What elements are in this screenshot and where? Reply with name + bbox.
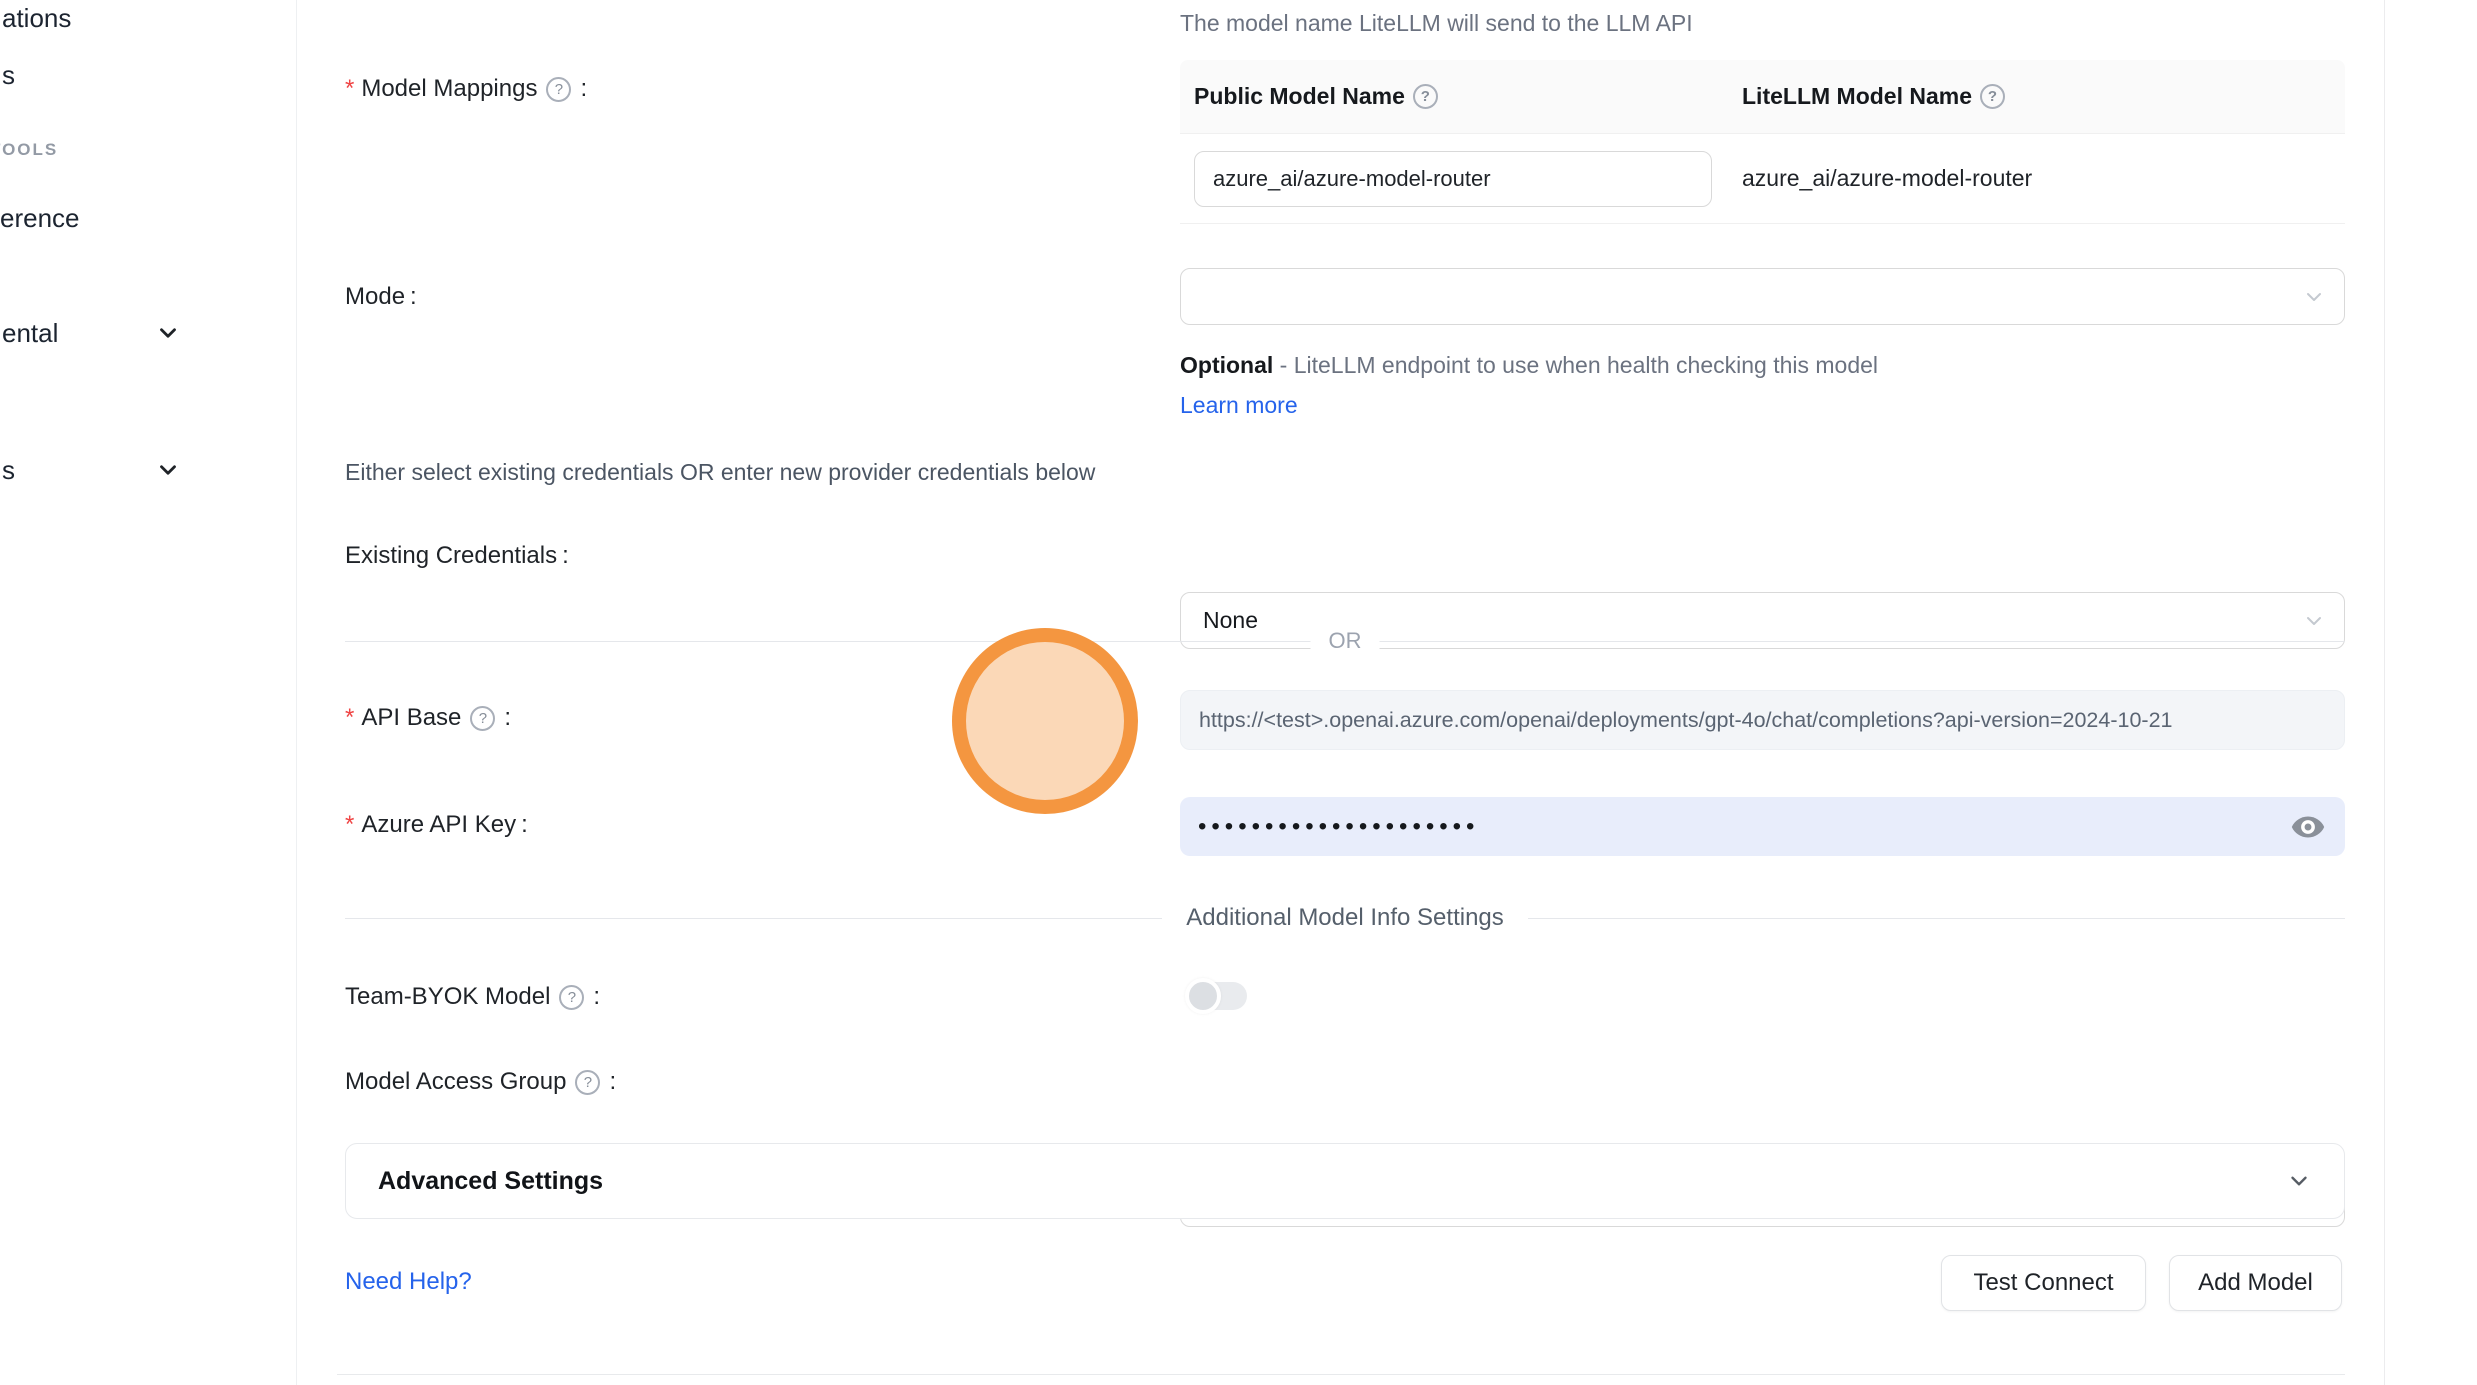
column-header-litellm-model-name: LiteLLM Model Name ? [1742,83,2009,110]
need-help-link[interactable]: Need Help? [345,1268,472,1296]
team-byok-toggle[interactable] [1189,982,1247,1010]
eye-icon[interactable] [2289,808,2327,846]
api-base-label: * API Base ? : [345,704,511,732]
toggle-knob [1185,978,1221,1014]
azure-api-key-label: * Azure API Key : [345,811,528,839]
model-mappings-table: Public Model Name ? LiteLLM Model Name ?… [1180,60,2345,224]
advanced-settings-title: Advanced Settings [378,1167,2286,1196]
add-model-form: The model name LiteLLM will send to the … [297,0,2385,1385]
additional-info-divider: Additional Model Info Settings [345,904,2345,932]
existing-credentials-label: Existing Credentials : [345,542,569,570]
chevron-down-icon [2286,1168,2312,1194]
sidebar-item-truncated-3[interactable]: erence [0,203,80,234]
help-icon[interactable]: ? [546,77,571,102]
add-model-page: ations s TOOLS erence ental s The model … [0,0,2477,1385]
help-icon[interactable]: ? [559,985,584,1010]
or-divider-text: OR [1311,625,1380,657]
sidebar-item-truncated-2[interactable]: s [2,60,15,91]
required-asterisk: * [345,75,354,103]
model-access-group-label: Model Access Group ? : [345,1068,616,1096]
sidebar-item-truncated-1[interactable]: ations [2,3,71,34]
mode-label: Mode : [345,283,417,311]
table-header-row: Public Model Name ? LiteLLM Model Name ? [1180,60,2345,134]
advanced-settings-panel[interactable]: Advanced Settings [345,1143,2345,1219]
required-asterisk: * [345,811,354,839]
test-connect-button[interactable]: Test Connect [1941,1255,2146,1311]
sidebar-item-truncated-4[interactable]: ental [2,318,58,349]
required-asterisk: * [345,704,354,732]
chevron-down-icon [2302,285,2326,309]
sidebar-item-truncated-5[interactable]: s [2,455,15,486]
azure-api-key-input[interactable]: ••••••••••••••••••••• [1180,797,2345,856]
add-model-button[interactable]: Add Model [2169,1255,2342,1311]
additional-info-divider-text: Additional Model Info Settings [1162,904,1528,932]
credentials-note: Either select existing credentials OR en… [345,459,1095,486]
mode-helper-text: Optional - LiteLLM endpoint to use when … [1180,345,1930,425]
model-mappings-label: * Model Mappings ? : [345,75,587,103]
model-name-hint: The model name LiteLLM will send to the … [1180,10,1693,37]
column-header-public-model-name: Public Model Name ? [1180,83,1742,110]
chevron-down-icon[interactable] [155,320,181,346]
chevron-down-icon[interactable] [155,457,181,483]
public-model-name-input[interactable] [1194,151,1712,207]
learn-more-link[interactable]: Learn more [1180,392,1298,418]
litellm-model-name-value: azure_ai/azure-model-router [1742,165,2032,192]
help-icon[interactable]: ? [575,1070,600,1095]
mode-select[interactable] [1180,268,2345,325]
sidebar-section-tools: TOOLS [0,140,58,160]
help-icon[interactable]: ? [470,706,495,731]
masked-api-key: ••••••••••••••••••••• [1198,813,2289,841]
or-divider: OR [345,625,2345,657]
help-icon[interactable]: ? [1413,84,1438,109]
team-byok-label: Team-BYOK Model ? : [345,983,600,1011]
table-row: azure_ai/azure-model-router [1180,134,2345,224]
api-base-input[interactable] [1180,690,2345,750]
card-bottom-border [337,1374,2345,1375]
help-icon[interactable]: ? [1980,84,2005,109]
sidebar: ations s TOOLS erence ental s [0,0,297,1385]
